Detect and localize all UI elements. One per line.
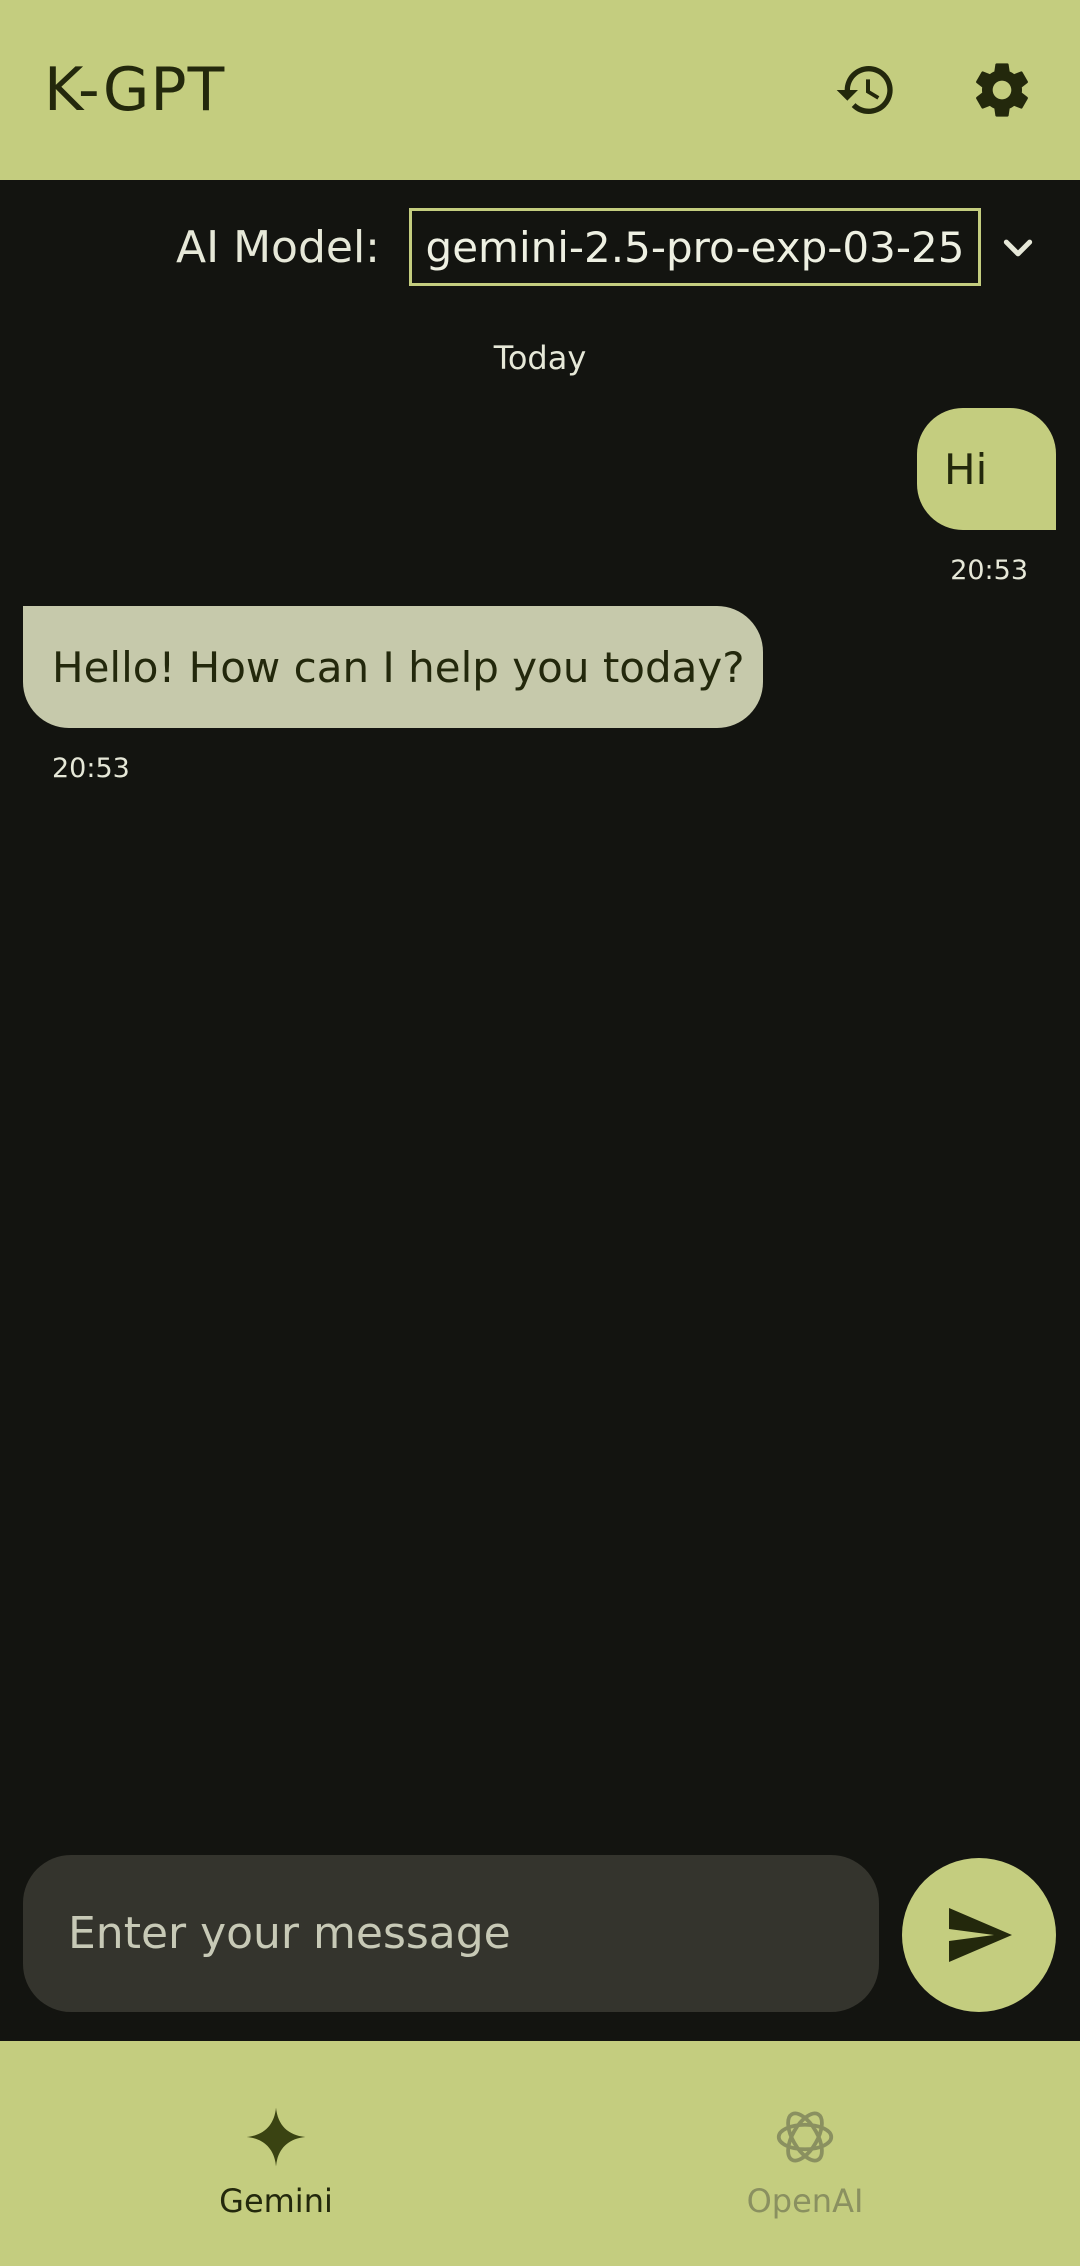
nav-item-openai[interactable]: OpenAI [655, 2101, 955, 2231]
nav-item-gemini[interactable]: Gemini [126, 2101, 426, 2231]
model-select[interactable]: gemini-2.5-pro-exp-03-25 [409, 208, 981, 286]
history-icon [836, 66, 893, 115]
user-message-text: Hi [944, 444, 988, 494]
gear-icon [976, 63, 1028, 117]
app-title: K-GPT [44, 55, 226, 125]
sparkle-icon [240, 2101, 312, 2173]
settings-button[interactable] [962, 50, 1042, 130]
bottom-navigation: Gemini OpenAI [0, 2041, 1080, 2266]
user-message-bubble[interactable]: Hi [917, 408, 1056, 530]
nav-label-openai: OpenAI [746, 2182, 864, 2220]
top-app-bar: K-GPT [0, 0, 1080, 180]
assistant-message-bubble[interactable]: Hello! How can I help you today? [23, 606, 763, 728]
history-button[interactable] [826, 50, 906, 130]
nav-label-gemini: Gemini [219, 2182, 333, 2220]
message-input[interactable] [68, 1855, 848, 2012]
model-selector-row: AI Model: gemini-2.5-pro-exp-03-25 [0, 208, 1080, 288]
app-root: K-GPT AI Model: gemini-2.5-pro-exp-03-25… [0, 0, 1080, 2266]
chevron-down-icon [1003, 239, 1033, 257]
date-separator: Today [493, 339, 587, 377]
model-label: AI Model: [176, 222, 380, 273]
openai-icon [769, 2101, 841, 2173]
assistant-message-time: 20:53 [52, 753, 130, 784]
model-dropdown-button[interactable] [990, 222, 1046, 274]
send-icon [949, 1908, 1012, 1962]
send-button[interactable] [902, 1858, 1056, 2012]
message-composer [23, 1855, 879, 2012]
assistant-message-text: Hello! How can I help you today? [52, 642, 745, 692]
user-message-time: 20:53 [950, 555, 1028, 586]
